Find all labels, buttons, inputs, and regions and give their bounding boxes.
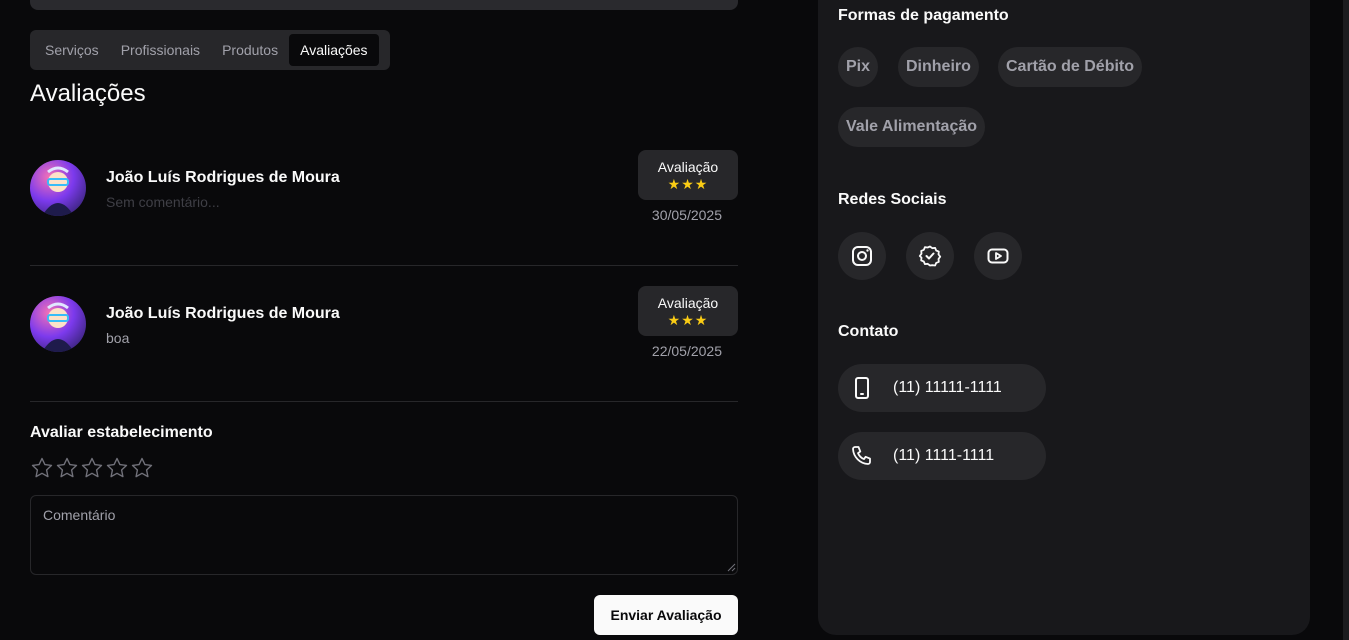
phone-icon xyxy=(852,446,871,465)
business-info-panel xyxy=(818,0,1310,635)
contact-phone[interactable]: (11) 1111-1111 xyxy=(838,432,1046,480)
star-2-icon[interactable] xyxy=(55,456,79,480)
youtube-button[interactable] xyxy=(974,232,1022,280)
review-comment: boa xyxy=(106,330,130,346)
payment-chip-debito: Cartão de Débito xyxy=(998,47,1143,87)
submit-review-button[interactable]: Enviar Avaliação xyxy=(594,595,738,635)
tab-produtos[interactable]: Produtos xyxy=(211,34,289,66)
divider xyxy=(30,401,738,402)
star-rating-input[interactable] xyxy=(30,456,154,480)
tab-servicos[interactable]: Serviços xyxy=(34,34,110,66)
verified-badge-icon xyxy=(918,245,942,267)
tab-list: Serviços Profissionais Produtos Avaliaçõ… xyxy=(30,30,390,70)
review-item: João Luís Rodrigues de Moura Sem comentá… xyxy=(30,150,738,250)
payment-chip-vale-alimentacao: Vale Alimentação xyxy=(838,107,986,147)
tab-avaliacoes[interactable]: Avaliações xyxy=(289,34,379,66)
review-comment: Sem comentário... xyxy=(106,194,220,210)
smartphone-icon xyxy=(855,377,869,399)
contact-title: Contato xyxy=(838,323,899,340)
review-date: 30/05/2025 xyxy=(651,207,722,223)
tab-profissionais[interactable]: Profissionais xyxy=(110,34,211,66)
verified-profile-button[interactable] xyxy=(906,232,954,280)
resize-handle-icon[interactable] xyxy=(727,563,736,572)
scrollbar[interactable] xyxy=(1343,0,1349,640)
rating-label: Avaliação xyxy=(657,295,719,311)
avatar xyxy=(30,160,86,216)
contact-mobile-number: (11) 11111-1111 xyxy=(893,379,1002,396)
contact-phone-number: (11) 1111-1111 xyxy=(893,447,995,464)
star-3-icon[interactable] xyxy=(80,456,104,480)
avatar-illustration xyxy=(42,302,74,352)
review-item: João Luís Rodrigues de Moura boa Avaliaç… xyxy=(30,286,738,386)
instagram-button[interactable] xyxy=(838,232,886,280)
comment-textarea[interactable] xyxy=(30,495,738,575)
social-title: Redes Sociais xyxy=(838,191,947,208)
header-banner-edge xyxy=(30,0,738,10)
payment-chip-dinheiro: Dinheiro xyxy=(898,47,979,87)
reviews-title: Avaliações xyxy=(30,80,146,107)
divider xyxy=(30,265,738,266)
star-5-icon[interactable] xyxy=(130,456,154,480)
rating-stars: ★★★ xyxy=(667,312,709,328)
rate-form-title: Avaliar estabelecimento xyxy=(30,424,213,441)
star-1-icon[interactable] xyxy=(30,456,54,480)
avatar xyxy=(30,296,86,352)
rating-badge: Avaliação ★★★ xyxy=(638,286,738,336)
rating-label: Avaliação xyxy=(657,159,719,175)
star-4-icon[interactable] xyxy=(105,456,129,480)
youtube-icon xyxy=(987,248,1009,264)
payment-chip-pix: Pix xyxy=(838,47,879,87)
review-date: 22/05/2025 xyxy=(651,343,722,359)
rating-badge: Avaliação ★★★ xyxy=(638,150,738,200)
reviewer-name: João Luís Rodrigues de Moura xyxy=(106,169,340,186)
reviewer-name: João Luís Rodrigues de Moura xyxy=(106,305,340,322)
avatar-illustration xyxy=(42,166,74,216)
contact-mobile[interactable]: (11) 11111-1111 xyxy=(838,364,1046,412)
rating-stars: ★★★ xyxy=(667,176,709,192)
payment-methods-title: Formas de pagamento xyxy=(838,7,1009,24)
instagram-icon xyxy=(852,246,872,266)
